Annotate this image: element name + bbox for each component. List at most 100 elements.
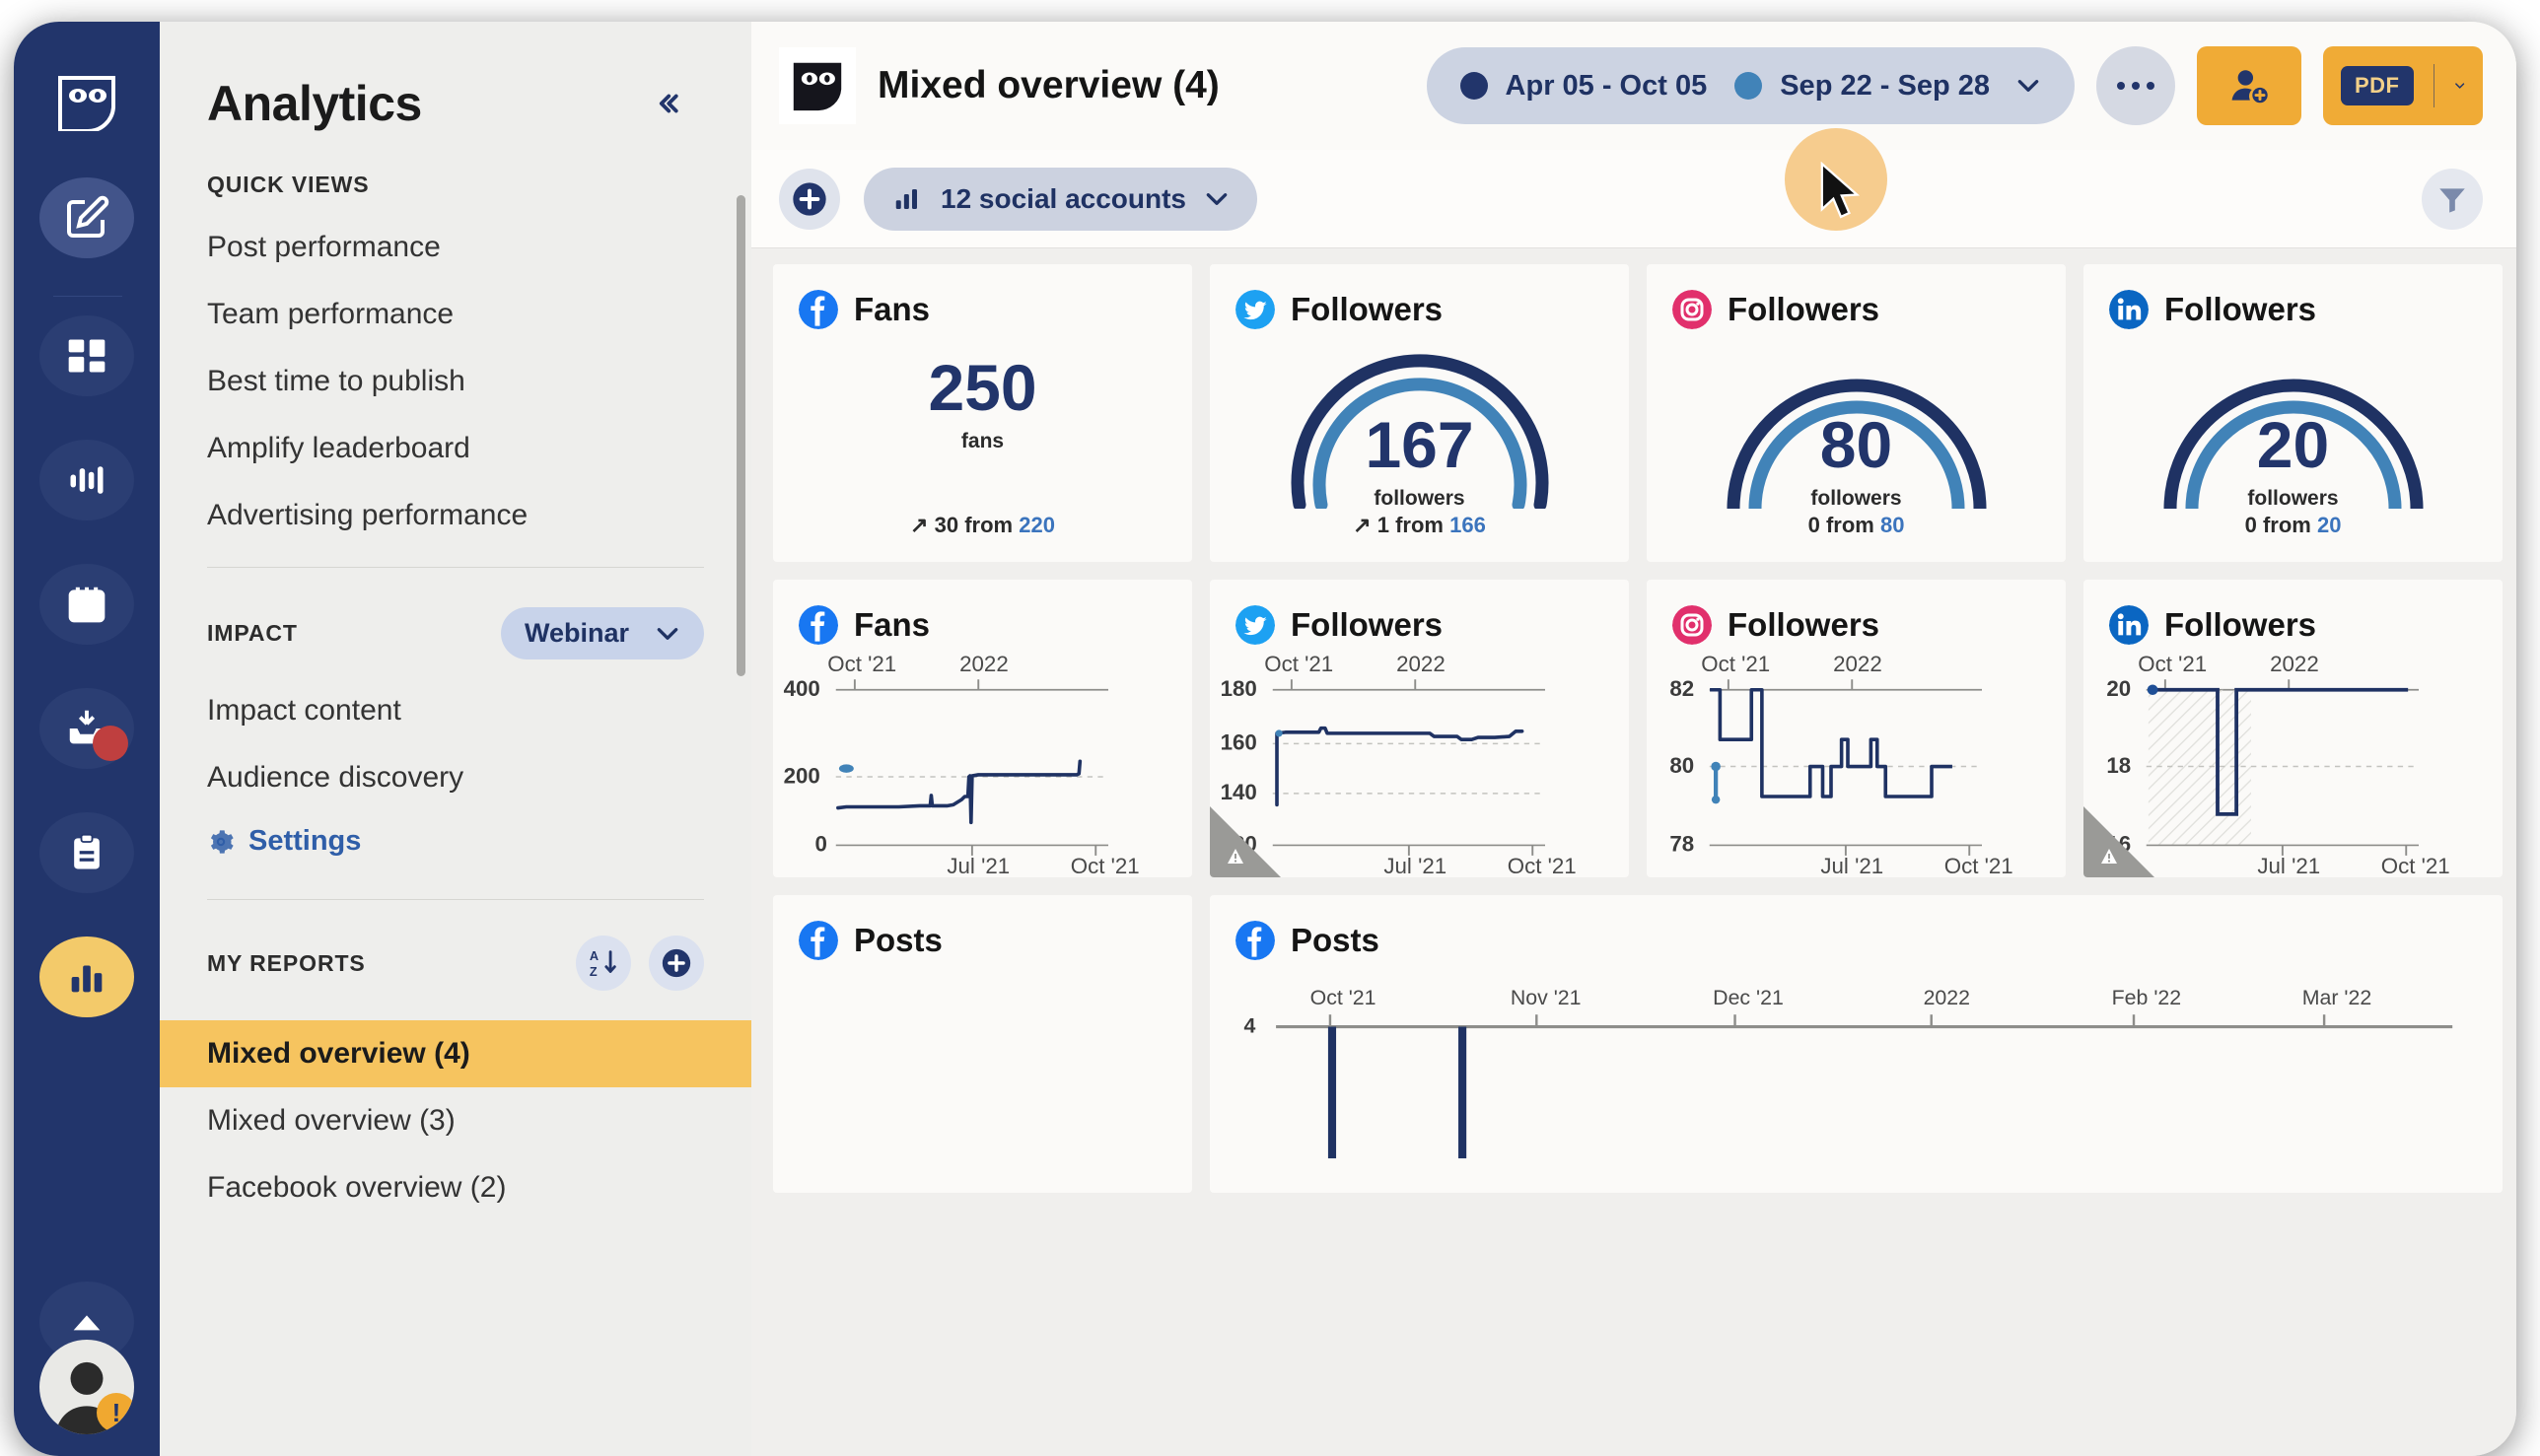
- sidebar-divider-1: [207, 567, 704, 568]
- impact-list: Impact content Audience discovery: [160, 677, 751, 811]
- sidebar-item-team-performance[interactable]: Team performance: [160, 281, 751, 348]
- sidebar-item-settings[interactable]: Settings: [160, 825, 751, 858]
- impact-selector[interactable]: Webinar: [500, 607, 704, 659]
- metric-card-facebook-fans[interactable]: Fans 250 fans ↗ 30 from 220: [773, 264, 1192, 562]
- dashboard-grid-icon[interactable]: [39, 315, 134, 396]
- xtick-bottom-0: Jul '21: [1820, 854, 1883, 877]
- compose-icon[interactable]: [39, 177, 134, 258]
- line-chart: Oct '21 2022 400 200 0 Jul '21 Oct '21: [773, 652, 1192, 877]
- sidebar-item-advertising-performance[interactable]: Advertising performance: [160, 482, 751, 549]
- analytics-bars-icon[interactable]: [39, 936, 134, 1017]
- xtick-top-1: 2022: [1833, 655, 1882, 676]
- facebook-icon: [799, 605, 838, 645]
- pdf-label: PDF: [2341, 66, 2414, 105]
- a-z-sort-icon: A Z: [590, 948, 616, 979]
- widget-grid: Fans 250 fans ↗ 30 from 220 Followers 16…: [751, 248, 2516, 1456]
- metric-unit: fans: [960, 430, 1005, 452]
- add-report-button[interactable]: [649, 936, 704, 991]
- xtick-bottom-2: Dec '21: [1713, 986, 1784, 1009]
- xtick-bottom-5: Mar '22: [2302, 986, 2371, 1009]
- facebook-icon: [799, 290, 838, 329]
- chevron-down-icon: [1206, 192, 1228, 205]
- calendar-icon[interactable]: [39, 564, 134, 645]
- impact-header: IMPACT Webinar: [160, 607, 751, 659]
- delta-from-label: from: [1395, 513, 1444, 537]
- xtick-bottom-1: Oct '21: [1944, 854, 2013, 877]
- chart-card-facebook-posts[interactable]: Posts Oct '21 Nov '21 Dec '21 2022 Feb '…: [1210, 895, 2503, 1193]
- delta-from-label: from: [964, 513, 1014, 537]
- sidebar-item-facebook-overview-2[interactable]: Facebook overview (2): [160, 1154, 751, 1221]
- inbox-icon[interactable]: [39, 688, 134, 769]
- settings-label: Settings: [248, 825, 362, 857]
- ellipsis-icon: [2117, 82, 2154, 90]
- delta-arrow-icon: ↗: [1353, 513, 1372, 537]
- hootsuite-owl-icon: [779, 47, 856, 124]
- social-accounts-filter[interactable]: 12 social accounts: [864, 167, 1258, 231]
- screenshot-root: ! Analytics QUICK VIEWS Post performance…: [0, 0, 2540, 1456]
- xtick-top-0: Oct '21: [1701, 655, 1770, 676]
- sidebar-item-audience-discovery[interactable]: Audience discovery: [160, 744, 751, 811]
- delta-from-label: from: [1825, 513, 1874, 537]
- add-widget-button[interactable]: [779, 168, 840, 230]
- card-title: Fans: [854, 291, 931, 327]
- chart-card-twitter-followers[interactable]: Followers Oct '21 2022 180 160 140 120: [1210, 580, 1629, 877]
- avatar[interactable]: !: [39, 1340, 134, 1434]
- chart-card-facebook-fans[interactable]: Fans Oct '21 2022 400 200 0 Jul '21 Oct …: [773, 580, 1192, 877]
- xtick-bottom-1: Oct '21: [2381, 854, 2450, 877]
- filter-button[interactable]: [2422, 168, 2483, 230]
- mouse-cursor: [1820, 162, 1861, 219]
- sidebar-item-post-performance[interactable]: Post performance: [160, 214, 751, 281]
- chevron-down-icon: [657, 627, 678, 640]
- instagram-icon: [1672, 605, 1712, 645]
- sidebar-item-mixed-overview-4[interactable]: Mixed overview (4): [160, 1020, 751, 1087]
- metric-delta: 0 from 80: [1647, 513, 2066, 538]
- metric-value: 20: [2256, 408, 2330, 481]
- delta-value: 0: [1807, 513, 1820, 537]
- xtick-top-1: 2022: [959, 655, 1009, 676]
- hootsuite-owl-logo[interactable]: [47, 63, 126, 142]
- chevron-down-icon: [2017, 80, 2039, 92]
- xtick-bottom-0: Jul '21: [947, 854, 1010, 877]
- gear-icon: [210, 829, 234, 854]
- streams-icon[interactable]: [39, 440, 134, 520]
- delta-previous: 20: [2316, 513, 2342, 537]
- sidebar-item-mixed-overview-3[interactable]: Mixed overview (3): [160, 1087, 751, 1154]
- sidebar-item-best-time-to-publish[interactable]: Best time to publish: [160, 348, 751, 415]
- xtick-bottom-1: Oct '21: [1071, 854, 1140, 877]
- chart-card-linkedin-followers[interactable]: Followers Oct '21 2022 20 18 Jul '21 Oct…: [2083, 580, 2503, 877]
- twitter-icon: [1235, 605, 1275, 645]
- bar: [1327, 1026, 1337, 1159]
- sidebar-scrollbar[interactable]: [737, 195, 745, 676]
- card-title: Posts: [854, 922, 943, 958]
- facebook-icon: [1235, 921, 1275, 960]
- delta-value: 0: [2244, 513, 2257, 537]
- more-options-button[interactable]: [2096, 46, 2175, 125]
- metric-card-twitter-followers[interactable]: Followers 167 followers ↗ 1 from 166: [1210, 264, 1629, 562]
- chart-card-facebook-posts-empty[interactable]: Posts: [773, 895, 1192, 1193]
- metric-delta: ↗ 30 from 220: [773, 513, 1192, 538]
- ytick-0: 180: [1221, 676, 1257, 701]
- delta-from-label: from: [2262, 513, 2311, 537]
- page-title: Analytics: [207, 76, 422, 131]
- add-report-icon: [662, 948, 691, 978]
- sidebar-item-amplify-leaderboard[interactable]: Amplify leaderboard: [160, 415, 751, 482]
- xtick-bottom-3: 2022: [1924, 986, 1970, 1009]
- share-report-button[interactable]: [2197, 46, 2301, 125]
- metric-value: 250: [928, 351, 1037, 424]
- card-title: Followers: [1291, 606, 1444, 643]
- data-warning-icon[interactable]: [2083, 806, 2154, 877]
- metric-card-instagram-followers[interactable]: Followers 80 followers 0 from 80: [1647, 264, 2066, 562]
- collapse-sidebar-button[interactable]: [639, 75, 696, 132]
- impact-label: IMPACT: [207, 620, 298, 646]
- export-pdf-button[interactable]: PDF: [2323, 46, 2483, 125]
- rail-divider: [53, 296, 122, 297]
- chart-card-instagram-followers[interactable]: Followers Oct '21 2022 82 80 78 Jul '21 …: [1647, 580, 2066, 877]
- clipboard-icon[interactable]: [39, 812, 134, 893]
- sidebar-header: Analytics: [160, 22, 751, 132]
- sidebar-item-impact-content[interactable]: Impact content: [160, 677, 751, 744]
- date-range-selector[interactable]: Apr 05 - Oct 05 Sep 22 - Sep 28: [1426, 47, 2075, 124]
- metric-card-linkedin-followers[interactable]: Followers 20 followers 0 from 20: [2083, 264, 2503, 562]
- sort-reports-button[interactable]: A Z: [576, 936, 631, 991]
- data-warning-icon[interactable]: [1210, 806, 1281, 877]
- delta-arrow-icon: ↗: [910, 513, 929, 537]
